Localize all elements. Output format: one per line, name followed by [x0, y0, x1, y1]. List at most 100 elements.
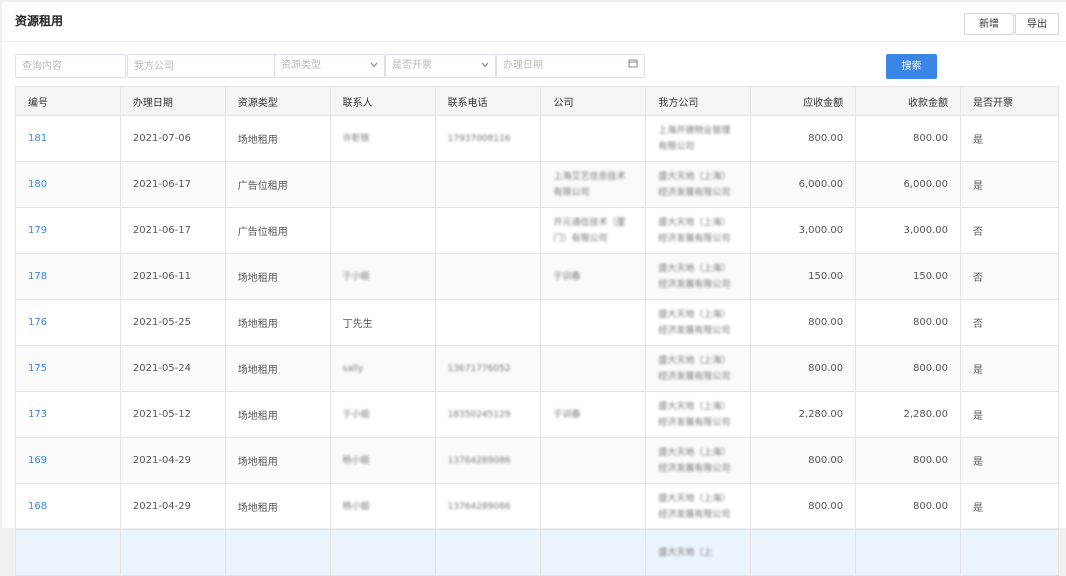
column-invoiced-text: 否	[973, 273, 984, 284]
table-row[interactable]: 178 2021-06-11 场地租用 于小姐 于训春 盛大天地（上海）经济发展有限公司 1…	[15, 253, 1059, 300]
rental-table: 编号 办理日期 资源类型 联系人 联系电话 公司 我方公司 应收金额 收款金额 是否开票 181 2…	[15, 86, 1059, 576]
column-received-text: 800.00	[913, 317, 949, 328]
our-company-input[interactable]	[128, 55, 274, 77]
table-row[interactable]: 168 2021-04-29 场地租用 杨小姐 13764289086 盛大天地（上海）经…	[15, 483, 1059, 530]
column-our-company-text: 盛大天地（上海）经济发展有限公司	[658, 217, 731, 244]
record-id-link[interactable]: 173	[28, 409, 47, 420]
column-our-company-text: 盛大天地（上海）经济发展有限公司	[658, 355, 731, 382]
column-receivable-cell: 6,000.00	[750, 161, 857, 208]
table-row[interactable]: 176 2021-05-25 场地租用 丁先生 盛大天地（上海）经济发展有限公司 800.…	[15, 299, 1059, 346]
column-received-header[interactable]: 收款金额	[855, 86, 962, 116]
column-company-cell	[540, 483, 647, 530]
record-id-link[interactable]: 175	[28, 363, 47, 374]
column-type-text: 场地租用	[237, 319, 278, 330]
column-company-cell	[540, 529, 647, 576]
column-date-cell: 2021-05-24	[119, 345, 226, 392]
column-our-company-header[interactable]: 我方公司	[645, 86, 752, 116]
column-id-cell[interactable]: 176	[15, 299, 121, 346]
column-id-cell[interactable]: 179	[15, 207, 121, 254]
column-company-text: 开元通信技术（厦门）有限公司	[553, 217, 626, 244]
column-receivable-text: 800.00	[808, 317, 844, 328]
column-id-header[interactable]: 编号	[15, 86, 121, 116]
column-id-cell[interactable]: 175	[15, 345, 121, 392]
column-receivable-cell	[750, 529, 857, 576]
column-id-cell[interactable]: 173	[15, 391, 121, 438]
record-id-link[interactable]: 180	[28, 179, 47, 190]
add-button[interactable]: 新增	[964, 13, 1014, 35]
query-input[interactable]	[16, 55, 125, 77]
column-receivable-cell: 800.00	[750, 345, 857, 392]
column-receivable-cell: 3,000.00	[750, 207, 857, 254]
table-row[interactable]: 175 2021-05-24 场地租用 sally 13671776052 盛大天地（上海…	[15, 345, 1059, 392]
column-contact-text: 许彰铁	[342, 133, 370, 144]
column-phone-cell	[434, 161, 542, 208]
resource-rental-panel: 资源租用 新增 导出 资源类型 是否开票 办理日期 搜索	[2, 2, 1066, 576]
column-receivable-header[interactable]: 应收金额	[750, 86, 857, 116]
column-invoiced-text: 否	[973, 227, 984, 238]
column-invoiced-cell: 是	[960, 437, 1059, 484]
column-id-cell[interactable]: 181	[15, 115, 121, 162]
table-row[interactable]: 181 2021-07-06 场地租用 许彰铁 17937008116 上海开德物业管理有…	[15, 115, 1059, 162]
record-id-link[interactable]: 179	[28, 225, 47, 236]
column-company-cell	[540, 299, 647, 346]
column-our-company-text: 盛大天地（上海）经济发展有限公司	[658, 447, 731, 474]
column-type-cell	[224, 529, 331, 576]
table-header-row: 编号 办理日期 资源类型 联系人 联系电话 公司 我方公司 应收金额 收款金额 是否开票	[15, 86, 1059, 116]
record-id-link[interactable]: 181	[28, 133, 47, 144]
table-row[interactable]: 173 2021-05-12 场地租用 于小姐 18350245129 于训春 盛大天地（上…	[15, 391, 1059, 438]
invoiced-select[interactable]: 是否开票	[385, 54, 496, 78]
column-our-company-cell: 盛大天地（上	[645, 529, 752, 576]
column-date-text: 2021-06-17	[132, 179, 192, 190]
column-receivable-text: 3,000.00	[798, 225, 844, 236]
column-company-header[interactable]: 公司	[540, 86, 647, 116]
column-receivable-cell: 800.00	[750, 299, 857, 346]
column-invoiced-header[interactable]: 是否开票	[960, 86, 1059, 116]
column-phone-cell: 13764289086	[434, 437, 542, 484]
record-id-link[interactable]: 178	[28, 271, 47, 282]
column-receivable-cell: 150.00	[750, 253, 857, 300]
search-button[interactable]: 搜索	[886, 54, 937, 79]
date-picker[interactable]: 办理日期	[496, 54, 645, 78]
column-contact-cell: 杨小姐	[329, 483, 436, 530]
column-company-cell	[540, 115, 647, 162]
record-id-link[interactable]: 169	[28, 455, 47, 466]
column-phone-header[interactable]: 联系电话	[434, 86, 542, 116]
column-company-cell: 于训春	[540, 253, 647, 300]
column-our-company-cell: 盛大天地（上海）经济发展有限公司	[645, 161, 752, 208]
resource-type-placeholder: 资源类型	[281, 60, 321, 71]
column-contact-header[interactable]: 联系人	[329, 86, 436, 116]
table-row[interactable]: 180 2021-06-17 广告位租用 上海艾艺信息技术有限公司 盛大天地（上海）经济…	[15, 161, 1059, 208]
column-phone-text: 17937008116	[447, 133, 511, 144]
column-id-cell[interactable]: 169	[15, 437, 121, 484]
table-row[interactable]: 179 2021-06-17 广告位租用 开元通信技术（厦门）有限公司 盛大天地（上海）…	[15, 207, 1059, 254]
column-invoiced-text: 否	[973, 319, 984, 330]
export-button[interactable]: 导出	[1015, 13, 1059, 35]
query-field[interactable]	[15, 54, 126, 78]
column-type-cell: 场地租用	[224, 299, 331, 346]
column-received-cell: 800.00	[855, 437, 962, 484]
column-type-text: 广告位租用	[237, 181, 288, 192]
column-received-cell: 2,280.00	[855, 391, 962, 438]
table-row[interactable]: 盛大天地（上	[15, 529, 1059, 576]
column-date-cell: 2021-06-11	[119, 253, 226, 300]
column-invoiced-cell: 是	[960, 391, 1059, 438]
column-phone-cell	[434, 253, 542, 300]
record-id-link[interactable]: 168	[28, 501, 47, 512]
column-id-cell[interactable]	[15, 529, 121, 576]
column-type-header[interactable]: 资源类型	[224, 86, 331, 116]
column-received-text: 6,000.00	[903, 179, 949, 190]
record-id-link[interactable]: 176	[28, 317, 47, 328]
our-company-field[interactable]	[127, 54, 275, 78]
column-our-company-text: 盛大天地（上海）经济发展有限公司	[658, 171, 731, 198]
resource-type-select[interactable]: 资源类型	[274, 54, 385, 78]
column-type-text: 场地租用	[237, 273, 278, 284]
column-date-header[interactable]: 办理日期	[119, 86, 226, 116]
header-divider	[2, 41, 1066, 42]
column-date-text: 2021-07-06	[132, 133, 192, 144]
column-id-cell[interactable]: 178	[15, 253, 121, 300]
column-id-cell[interactable]: 168	[15, 483, 121, 530]
table-row[interactable]: 169 2021-04-29 场地租用 杨小姐 13764289086 盛大天地（上海）经…	[15, 437, 1059, 484]
column-phone-cell	[434, 299, 542, 346]
column-receivable-text: 150.00	[808, 271, 844, 282]
column-id-cell[interactable]: 180	[15, 161, 121, 208]
